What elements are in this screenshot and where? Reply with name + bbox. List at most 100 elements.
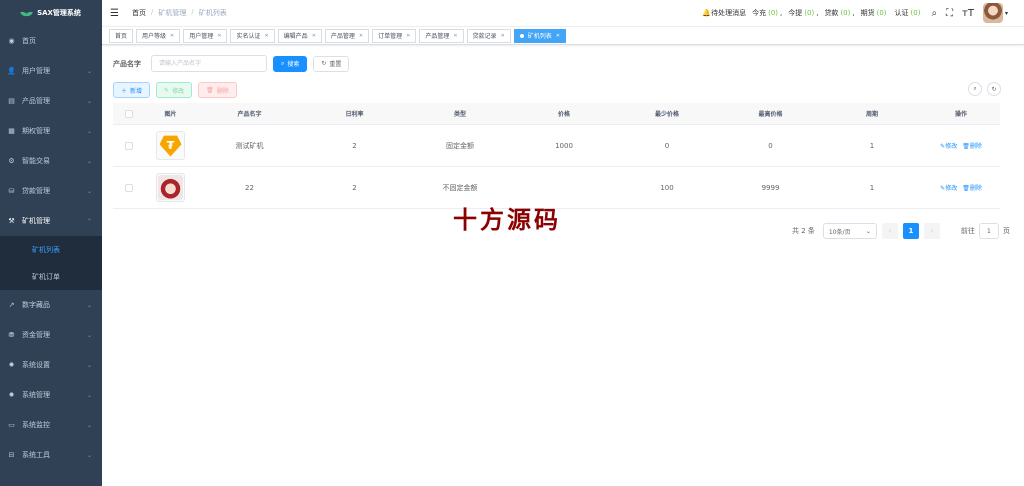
tag-product-management[interactable]: 产品管理 ✕ [324,28,370,43]
period-label[interactable]: 期货 [861,8,875,18]
page-size-select[interactable]: 10条/页 ⌄ [822,223,877,239]
close-icon[interactable]: ✕ [556,33,560,39]
tag-user-level[interactable]: 用户等级 ✕ [136,28,181,43]
sidebar-item-smart-trade[interactable]: ⚙ 智能交易 ⌄ [0,146,102,176]
add-button[interactable]: ＋ 新增 [113,82,151,98]
row-edit-label: 修改 [945,143,958,150]
next-page-button[interactable]: › [923,223,940,239]
tag-label: 首页 [115,33,128,40]
tag-label: 产品管理 [425,33,450,40]
reset-button[interactable]: ↻ 重置 [313,55,350,72]
close-icon[interactable]: ✕ [312,33,316,39]
chevron-down-icon: ⌄ [86,361,92,369]
hamburger-icon[interactable]: ☰ [110,8,120,19]
bell-icon[interactable]: 🔔 [702,9,711,17]
product-name-input[interactable] [151,55,267,72]
sidebar-item-home[interactable]: ◉ 首页 [0,26,102,56]
chevron-down-icon: ⌄ [86,67,92,75]
withdraw-label[interactable]: 今提 [788,8,802,18]
today-deposit-label[interactable]: 今充 [752,8,766,18]
caret-down-icon[interactable]: ▾ [1005,10,1008,17]
sidebar-item-system-settings[interactable]: ✹ 系统设置 ⌄ [0,350,102,380]
separator-comma: , [852,9,855,17]
sidebar-item-system-admin[interactable]: ✹ 系统管理 ⌄ [0,380,102,410]
row-edit-link[interactable]: ✎修改 [940,141,957,150]
chevron-down-icon: ⌄ [86,421,92,429]
close-icon[interactable]: ✕ [264,33,268,39]
search-form: 产品名字 ⌕ 搜索 ↻ 重置 [113,55,350,72]
row-delete-link[interactable]: 🗑删除 [962,141,982,150]
cell-price: 1000 [555,141,573,150]
font-size-icon[interactable]: ᴛT [962,8,974,19]
tag-order-management[interactable]: 订单管理 ✕ [372,28,417,43]
sidebar-subitem-miner-list[interactable]: 矿机列表 [0,236,102,263]
active-dot-icon [519,33,524,38]
chevron-down-icon: ⌄ [86,391,92,399]
prev-page-button[interactable]: ‹ [881,223,898,239]
column-header: 最高价格 [758,111,783,118]
tag-user-management[interactable]: 用户管理 ✕ [183,28,228,43]
pending-label[interactable]: 待处理消息 [711,8,746,18]
tag-real-name-auth[interactable]: 实名认证 ✕ [230,28,275,43]
tag-label: 编辑产品 [283,33,308,40]
sidebar-subitem-miner-orders[interactable]: 矿机订单 [0,263,102,290]
today-deposit-count: (0) [768,9,779,17]
sidebar-item-options[interactable]: ▦ 期权管理 ⌄ [0,116,102,146]
chevron-down-icon: ⌄ [86,451,92,459]
tag-loan-records[interactable]: 贷款记录 ✕ [466,28,511,43]
row-checkbox[interactable] [124,141,133,150]
close-icon[interactable]: ✕ [170,33,174,39]
sidebar-item-collectibles[interactable]: ↗ 数字藏品 ⌄ [0,290,102,320]
tag-miner-list[interactable]: 矿机列表 ✕ [513,28,566,43]
close-icon[interactable]: ✕ [406,33,410,39]
row-edit-link[interactable]: ✎修改 [940,183,957,192]
row-checkbox[interactable] [124,183,133,192]
delete-button[interactable]: 🗑 删除 [198,82,237,98]
page-number-current[interactable]: 1 [902,223,919,239]
close-icon[interactable]: ✕ [453,33,457,39]
sidebar-item-products[interactable]: ▤ 产品管理 ⌄ [0,86,102,116]
chevron-down-icon: ⌄ [86,97,92,105]
add-button-label: 新增 [130,87,143,95]
row-delete-link[interactable]: 🗑删除 [962,183,982,192]
product-image[interactable] [156,173,185,202]
refresh-button[interactable]: ↻ [987,82,1001,96]
close-icon[interactable]: ✕ [501,33,505,39]
sidebar-item-loans[interactable]: ⛁ 贷款管理 ⌄ [0,176,102,206]
tag-label: 用户管理 [189,33,214,40]
goto-page-input[interactable] [978,223,999,239]
column-header: 图片 [164,111,177,118]
table-row[interactable]: ₮ 测试矿机 2 固定金额 1000 0 0 1 ✎修改 🗑删除 [113,125,1000,167]
sidebar-item-miners[interactable]: ⚒ 矿机管理 ⌃ [0,206,102,236]
tag-edit-product[interactable]: 编辑产品 ✕ [277,28,322,43]
sidebar-item-users[interactable]: 👤 用户管理 ⌄ [0,56,102,86]
tag-home[interactable]: 首页 [109,28,134,43]
close-icon[interactable]: ✕ [217,33,221,39]
auth-label[interactable]: 认证 [895,8,909,18]
auth-count: (0) [910,9,921,17]
product-image[interactable]: ₮ [156,131,185,160]
avatar[interactable] [982,3,1003,23]
edit-button[interactable]: ✎ 修改 [156,82,193,98]
breadcrumb-separator: / [191,8,194,16]
fullscreen-icon[interactable]: ⛶ [946,8,953,19]
search-icon[interactable]: ⌕ [931,8,937,19]
loan-label[interactable]: 贷款 [824,8,838,18]
sidebar-item-system-tools[interactable]: ⊟ 系统工具 ⌄ [0,440,102,470]
select-all-checkbox[interactable] [124,109,133,118]
toggle-search-button[interactable]: ⌕ [968,82,982,96]
system-icon: ✹ [8,391,15,399]
app-logo[interactable]: SAX管理系统 [0,0,102,26]
anime-avatar-image [158,175,183,200]
column-header: 日利率 [345,111,364,118]
gear-icon: ⚙ [8,157,15,165]
tags-view: 首页 用户等级 ✕ 用户管理 ✕ 实名认证 ✕ 编辑产品 ✕ 产品管理 ✕ 订单管理 ✕ 产… [102,26,1024,45]
sidebar-item-funds[interactable]: ⛃ 资金管理 ⌄ [0,320,102,350]
breadcrumb-home[interactable]: 首页 [132,8,146,18]
sidebar-item-system-monitor[interactable]: ▭ 系统监控 ⌄ [0,410,102,440]
tag-product-management-2[interactable]: 产品管理 ✕ [419,28,464,43]
cell-rate: 2 [352,141,357,150]
tag-label: 用户等级 [142,33,167,40]
close-icon[interactable]: ✕ [359,33,363,39]
search-button[interactable]: ⌕ 搜索 [273,55,308,72]
